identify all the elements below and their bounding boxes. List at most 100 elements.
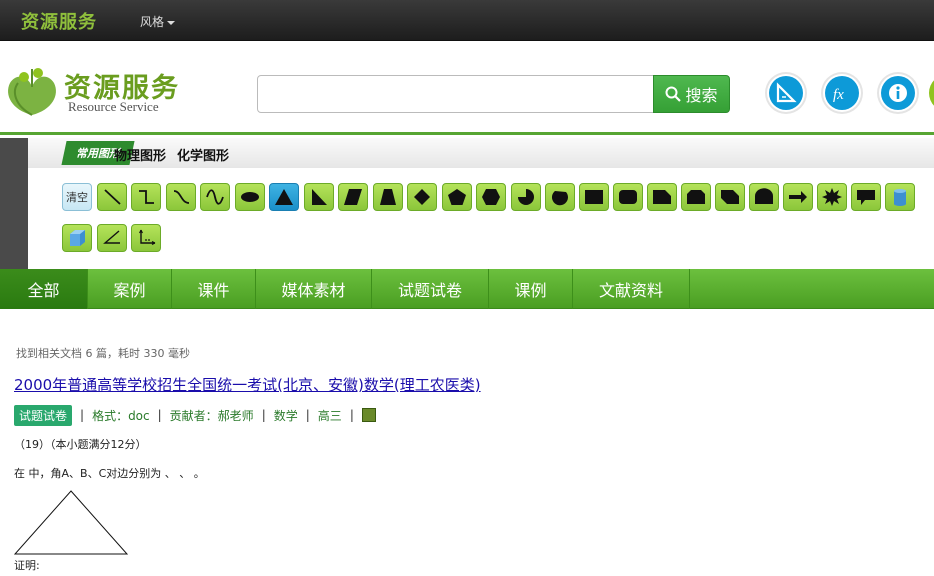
octagon-tool[interactable] [681, 183, 711, 211]
snippet-line: （19）（本小题满分12分） [14, 438, 147, 451]
triangle-figure [14, 490, 128, 555]
pie-icon [518, 189, 534, 205]
search-input[interactable] [257, 75, 654, 113]
snip-diagonal-rectangle-icon [721, 190, 739, 204]
result-meta: 试题试卷 | 格式：doc | 贡献者：郝老师 | 数学 | 高三 | [14, 404, 376, 426]
search-button[interactable]: 搜索 [653, 75, 730, 113]
shape-category-tabs: 常用图形 物理图形 化学图形 [28, 138, 934, 168]
style-dropdown-label: 风格 [140, 15, 165, 29]
octagon-icon [687, 190, 705, 204]
trapezoid-icon [380, 189, 396, 205]
speech-bubble-tool[interactable] [851, 183, 881, 211]
line-icon [104, 189, 121, 205]
shapes-panel: 常用图形 物理图形 化学图形 清空 [0, 138, 934, 269]
curve-icon [173, 190, 190, 204]
top-bar: 资源服务 风格 [0, 0, 934, 41]
pentagon-icon [448, 189, 466, 205]
logo-leaf-icon[interactable] [2, 65, 64, 117]
rectangle-icon [585, 190, 603, 204]
nav-item-courseware[interactable]: 课件 [172, 269, 256, 309]
snippet-line: 在 中，角A、B、C对边分别为 、 、 。 [14, 467, 205, 480]
search-icon [665, 86, 682, 102]
snip-corner-rectangle-tool[interactable] [647, 183, 677, 211]
step-line-tool[interactable] [131, 183, 161, 211]
ellipse-icon [241, 192, 259, 202]
type-badge[interactable]: 试题试卷 [14, 404, 73, 426]
nav-item-literature[interactable]: 文献资料 [573, 269, 690, 309]
angle-tool[interactable] [97, 224, 127, 252]
geometry-tool-button[interactable] [767, 74, 805, 112]
nav-item-cases[interactable]: 案例 [88, 269, 172, 309]
nav-item-lessons[interactable]: 课例 [489, 269, 573, 309]
wave-icon [206, 189, 224, 205]
axes-tool[interactable] [131, 224, 161, 252]
speech-bubble-icon [857, 190, 875, 205]
snippet-line: 证明: [14, 559, 40, 572]
rounded-rectangle-icon [619, 190, 637, 204]
arrow-icon [789, 191, 807, 203]
round-top-rectangle-tool[interactable] [749, 183, 779, 211]
download-icon[interactable] [361, 408, 376, 422]
starburst-tool[interactable] [817, 183, 847, 211]
more-tool-button[interactable] [929, 74, 934, 112]
logo-subtitle: Resource Service [68, 99, 159, 114]
parallelogram-tool[interactable] [338, 183, 368, 211]
hexagon-icon [482, 189, 500, 205]
cube-tool[interactable] [62, 224, 92, 252]
brand-name[interactable]: 资源服务 [21, 8, 97, 34]
function-icon: fx [833, 87, 844, 103]
round-top-rectangle-icon [755, 188, 773, 204]
nav-item-exams[interactable]: 试题试卷 [372, 269, 489, 309]
chord-tool[interactable] [545, 183, 575, 211]
triangle-icon [275, 189, 293, 205]
formula-tool-button[interactable]: fx [823, 74, 861, 112]
line-tool[interactable] [97, 183, 127, 211]
chord-icon [551, 191, 568, 206]
pentagon-tool[interactable] [442, 183, 472, 211]
rectangle-tool[interactable] [579, 183, 609, 211]
triangle-tool[interactable] [269, 183, 299, 211]
tab-physics-shapes[interactable]: 物理图形 [114, 145, 166, 164]
arrow-tool[interactable] [783, 183, 813, 211]
caret-down-icon [167, 20, 176, 25]
svg-text:fx: fx [833, 87, 844, 103]
angle-icon [103, 230, 120, 244]
pie-tool[interactable] [511, 183, 541, 211]
category-nav: 全部 案例 课件 媒体素材 试题试卷 课例 文献资料 [0, 269, 934, 309]
nav-item-media[interactable]: 媒体素材 [256, 269, 372, 309]
grade-link[interactable]: 高三 [318, 407, 342, 424]
step-line-icon [139, 190, 154, 204]
nav-item-all[interactable]: 全部 [0, 269, 88, 309]
ellipse-tool[interactable] [235, 183, 265, 211]
wave-tool[interactable] [200, 183, 230, 211]
search-button-label: 搜索 [685, 86, 718, 105]
result-title-link[interactable]: 2000年普通高等学校招生全国统一考试(北京、安徽)数学(理工农医类) [14, 374, 481, 395]
info-icon [889, 84, 907, 102]
curve-tool[interactable] [166, 183, 196, 211]
axes-icon [139, 229, 156, 245]
hexagon-tool[interactable] [476, 183, 506, 211]
style-dropdown[interactable]: 风格 [140, 13, 176, 30]
ruler-icon [776, 82, 797, 103]
starburst-icon [822, 188, 842, 206]
diamond-tool[interactable] [407, 183, 437, 211]
clear-button[interactable]: 清空 [62, 183, 92, 211]
cube-icon [70, 230, 85, 246]
result-count: 找到相关文档 6 篇，耗时 330 毫秒 [16, 347, 190, 360]
format-label: 格式：doc [92, 408, 150, 423]
right-triangle-tool[interactable] [304, 183, 334, 211]
panel-left-strip [0, 138, 28, 269]
rounded-rectangle-tool[interactable] [613, 183, 643, 211]
cylinder-icon [894, 189, 906, 206]
snip-diagonal-rectangle-tool[interactable] [715, 183, 745, 211]
diamond-icon [414, 189, 430, 205]
contributor-link[interactable]: 贡献者：郝老师 [170, 407, 254, 424]
tab-chemistry-shapes[interactable]: 化学图形 [177, 145, 229, 164]
subject-link[interactable]: 数学 [274, 407, 298, 424]
trapezoid-tool[interactable] [373, 183, 403, 211]
snip-corner-rectangle-icon [653, 190, 671, 204]
info-button[interactable] [879, 74, 917, 112]
cylinder-tool[interactable] [885, 183, 915, 211]
header: 资源服务 Resource Service 搜索 fx [0, 41, 934, 135]
parallelogram-icon [344, 189, 362, 205]
